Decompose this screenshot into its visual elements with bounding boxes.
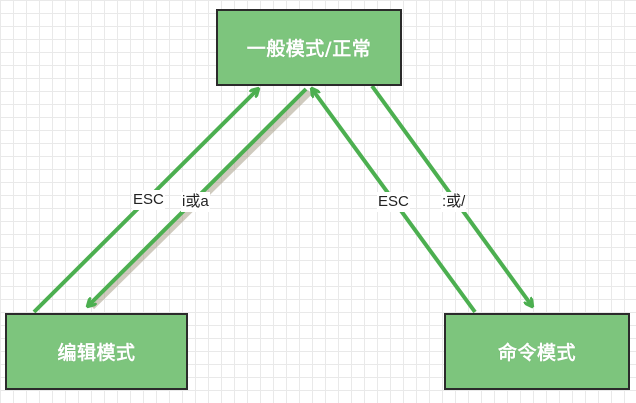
edge-label-edit-to-normal: ESC — [132, 190, 165, 210]
node-edit-mode: 编辑模式 — [5, 313, 188, 390]
node-normal-mode-label: 一般模式/正常 — [246, 38, 372, 60]
node-normal-mode: 一般模式/正常 — [216, 9, 402, 86]
node-edit-mode-label: 编辑模式 — [57, 342, 136, 364]
edge-label-cmd-to-normal: ESC — [377, 192, 410, 212]
edge-label-normal-to-cmd: :或/ — [441, 192, 467, 212]
diagram-canvas: 一般模式/正常 编辑模式 命令模式 ESC i或a ESC :或/ — [0, 0, 636, 403]
node-command-mode: 命令模式 — [444, 313, 630, 390]
node-command-mode-label: 命令模式 — [497, 342, 576, 364]
edge-label-normal-to-edit: i或a — [181, 192, 210, 212]
